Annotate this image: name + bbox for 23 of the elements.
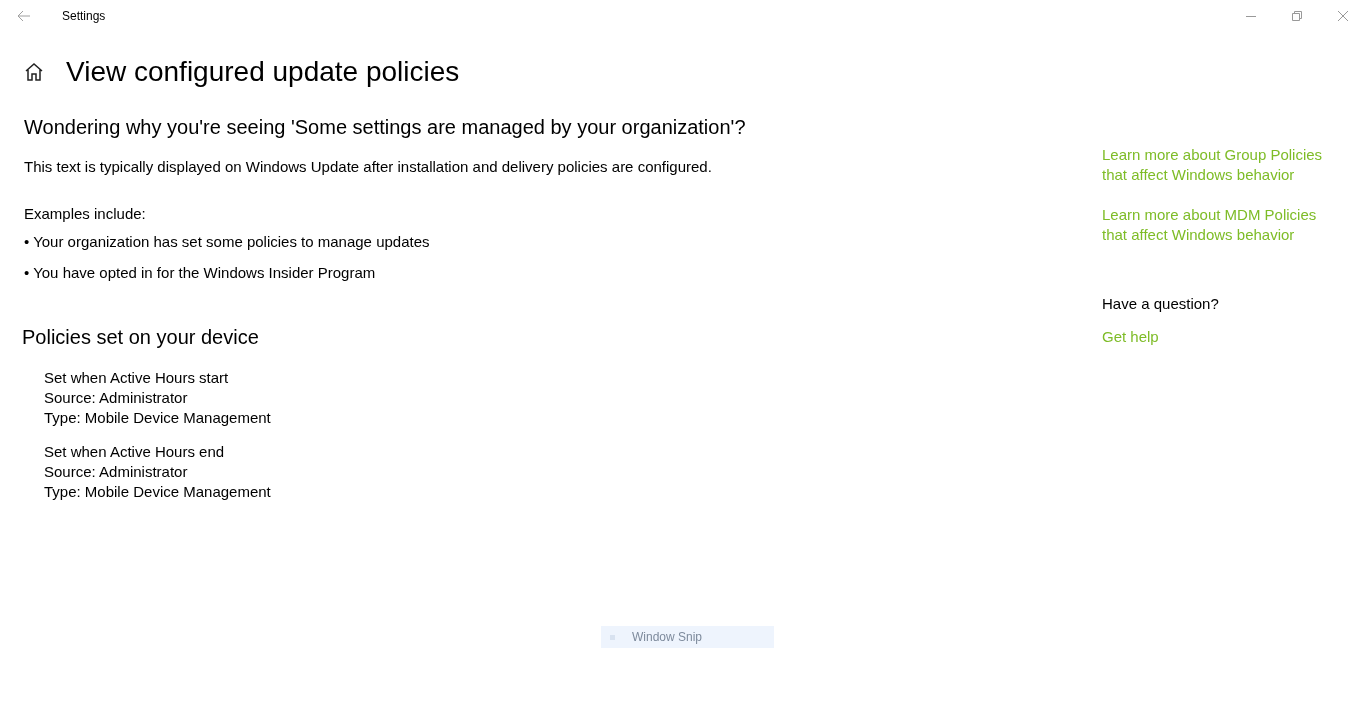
back-arrow-icon[interactable]: [17, 10, 31, 22]
policy-source: Source: Administrator: [44, 388, 189, 408]
close-icon: [1338, 11, 1348, 21]
get-help-link[interactable]: Get help: [1102, 325, 1323, 348]
window-title: Settings: [62, 8, 106, 25]
policy-name: Set when Active Hours start: [44, 368, 230, 388]
question-label: Have a question?: [1102, 294, 1220, 314]
restore-icon: [1292, 11, 1302, 21]
policy-type: Type: Mobile Device Management: [44, 482, 272, 502]
policy-source: Source: Administrator: [44, 462, 189, 482]
example-item: • Your organization has set some policies to manage updates: [24, 232, 431, 252]
page-title: View configured update policies: [66, 55, 460, 89]
learn-more-link[interactable]: Learn more about Group Policies that affect Windows behavior: [1102, 145, 1323, 185]
tooltip-text: Window Snip: [632, 629, 703, 646]
learn-more-link[interactable]: Learn more about MDM Policies that affect Windows behavior: [1102, 205, 1323, 245]
policy-name: Set when Active Hours end: [44, 442, 226, 462]
section-heading: Wondering why you're seeing 'Some settings are managed by your organization'?: [24, 115, 747, 140]
example-item: • You have opted in for the Windows Insider Program: [24, 262, 377, 283]
home-icon[interactable]: [24, 62, 44, 82]
policy-type: Type: Mobile Device Management: [44, 408, 272, 428]
description-text: This text is typically displayed on Windows Update after installation and delivery policies are configured.: [24, 157, 713, 177]
examples-label: Examples include:: [24, 203, 147, 224]
section-heading: Policies set on your device: [22, 325, 260, 350]
